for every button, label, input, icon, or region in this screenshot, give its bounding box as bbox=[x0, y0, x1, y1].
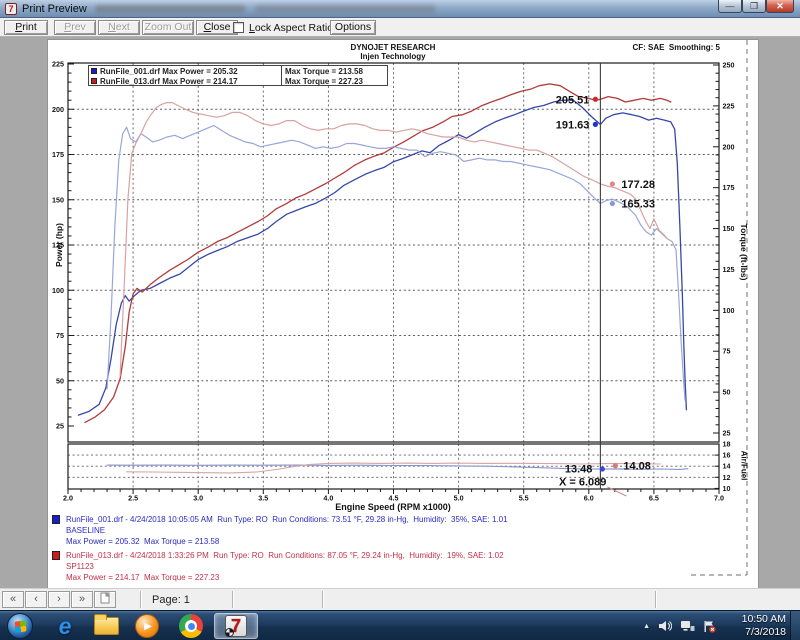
redacted-title-text bbox=[255, 5, 435, 13]
run-name: BASELINE bbox=[66, 525, 508, 536]
taskbar-item-dynojet-winpep[interactable]: 7 bbox=[214, 613, 258, 639]
last-page-button[interactable]: » bbox=[71, 591, 93, 608]
chrome-icon bbox=[179, 614, 203, 638]
checker-ball-icon bbox=[225, 628, 234, 637]
run-info-block-baseline: RunFile_001.drf - 4/24/2018 10:05:05 AM … bbox=[52, 514, 508, 547]
speaker-icon[interactable] bbox=[658, 620, 672, 632]
statusbar-divider bbox=[140, 591, 142, 608]
start-button[interactable] bbox=[7, 613, 33, 639]
status-bar: « ‹ › » Page: 1 bbox=[0, 588, 800, 610]
y-axis-title-airfuel: Air/Fuel bbox=[740, 436, 749, 496]
app-icon: 7 bbox=[5, 3, 17, 15]
prev-page-button[interactable]: Prev bbox=[54, 20, 96, 35]
legend-row: RunFile_013.drf Max Power = 214.17 Max T… bbox=[89, 76, 387, 86]
media-player-icon: ▶ bbox=[135, 614, 159, 638]
page-indicator: Page: 1 bbox=[152, 594, 190, 606]
clock-time: 10:50 AM bbox=[742, 613, 786, 626]
screen: 2252001751501251007550252502252001751501… bbox=[0, 0, 800, 640]
chart-subtitle: Injen Technology bbox=[243, 52, 543, 61]
zoom-out-button[interactable]: Zoom Out bbox=[142, 20, 194, 35]
windows-logo-icon bbox=[14, 620, 26, 632]
y-axis-title-torque: Torque (ft-lbs) bbox=[739, 212, 749, 292]
internet-explorer-icon: e bbox=[59, 613, 72, 640]
run-stats: Max Power = 205.32 Max Torque = 213.58 bbox=[66, 536, 508, 547]
dynojet-winpep7-icon: 7 bbox=[225, 615, 247, 637]
prev-page-nav-button[interactable]: ‹ bbox=[25, 591, 47, 608]
taskbar: e ▶ 7 ▲ 10:50 AM 7/3/2018 bbox=[0, 610, 800, 640]
legend-swatch-blue bbox=[91, 68, 97, 74]
correction-note: CF: SAE Smoothing: 5 bbox=[560, 43, 720, 52]
minimize-button[interactable]: — bbox=[718, 0, 742, 13]
taskbar-item-chrome[interactable] bbox=[178, 614, 204, 638]
network-icon[interactable] bbox=[680, 620, 695, 632]
hidden-icons-arrow[interactable]: ▲ bbox=[643, 623, 650, 630]
options-button[interactable]: Options bbox=[330, 20, 376, 35]
taskbar-item-windows-explorer[interactable] bbox=[93, 614, 119, 638]
statusbar-divider bbox=[655, 591, 657, 608]
legend-box: RunFile_001.drf Max Power = 205.32 Max T… bbox=[88, 65, 388, 86]
y-axis-title-power: Power (hp) bbox=[54, 205, 64, 285]
run-swatch-red bbox=[52, 551, 60, 560]
legend-row: RunFile_001.drf Max Power = 205.32 Max T… bbox=[89, 66, 387, 76]
window-title: Print Preview bbox=[22, 3, 87, 15]
run-swatch-blue bbox=[52, 515, 60, 524]
run-stats: Max Power = 214.17 Max Torque = 227.23 bbox=[66, 572, 504, 583]
chart-title: DYNOJET RESEARCH bbox=[243, 43, 543, 52]
page-icon bbox=[100, 592, 110, 604]
action-center-flag-icon[interactable] bbox=[703, 620, 716, 633]
statusbar-divider bbox=[232, 591, 234, 608]
redacted-title-text bbox=[95, 5, 245, 13]
run-name: SP1123 bbox=[66, 561, 504, 572]
legend-file-power: RunFile_013.drf Max Power = 214.17 bbox=[100, 77, 281, 86]
lock-aspect-ratio-checkbox[interactable] bbox=[233, 22, 244, 33]
taskbar-clock[interactable]: 10:50 AM 7/3/2018 bbox=[742, 613, 786, 639]
close-window-button[interactable]: ✕ bbox=[766, 0, 794, 13]
restore-button[interactable]: ❐ bbox=[742, 0, 766, 13]
title-bar[interactable]: 7 Print Preview — ❐ ✕ bbox=[0, 0, 800, 18]
taskbar-item-media-player[interactable]: ▶ bbox=[134, 614, 160, 638]
taskbar-item-internet-explorer[interactable]: e bbox=[52, 614, 78, 638]
next-page-button[interactable]: Next bbox=[98, 20, 140, 35]
run-header: RunFile_001.drf - 4/24/2018 10:05:05 AM … bbox=[66, 514, 508, 525]
legend-swatch-red bbox=[91, 78, 97, 84]
x-axis-title: Engine Speed (RPM x1000) bbox=[243, 502, 543, 512]
page-setup-button[interactable] bbox=[94, 591, 116, 608]
legend-torque: Max Torque = 213.58 bbox=[282, 67, 363, 76]
run-header: RunFile_013.drf - 4/24/2018 1:33:26 PM R… bbox=[66, 550, 504, 561]
clock-date: 7/3/2018 bbox=[742, 626, 786, 639]
first-page-button[interactable]: « bbox=[2, 591, 24, 608]
statusbar-divider bbox=[322, 591, 324, 608]
close-preview-button[interactable]: Close bbox=[196, 20, 238, 35]
lock-aspect-ratio-label: Lock Aspect Ratio bbox=[249, 22, 333, 34]
legend-file-power: RunFile_001.drf Max Power = 205.32 bbox=[100, 67, 281, 76]
show-desktop-button[interactable] bbox=[790, 611, 800, 640]
folder-icon bbox=[94, 617, 119, 635]
run-info-block-sp1123: RunFile_013.drf - 4/24/2018 1:33:26 PM R… bbox=[52, 550, 504, 583]
print-preview-toolbar: Print Prev Next Zoom Out Close Lock Aspe… bbox=[0, 18, 800, 37]
system-tray: ▲ bbox=[643, 611, 716, 640]
legend-torque: Max Torque = 227.23 bbox=[282, 77, 363, 86]
print-button[interactable]: Print bbox=[4, 20, 48, 35]
next-page-nav-button[interactable]: › bbox=[48, 591, 70, 608]
